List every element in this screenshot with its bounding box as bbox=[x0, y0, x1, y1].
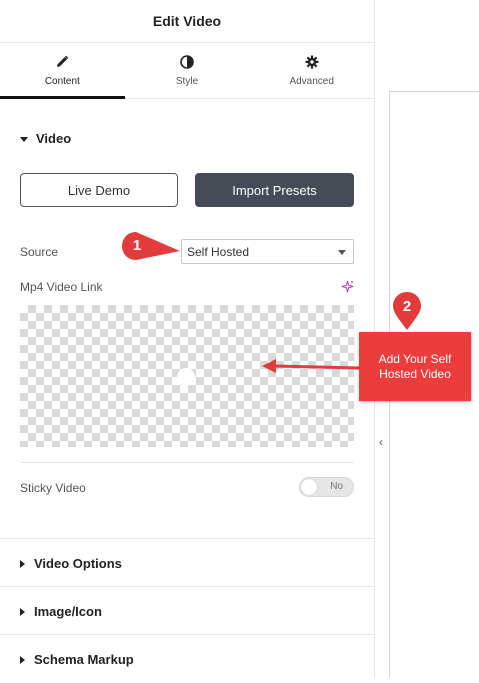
arrow-to-upload bbox=[262, 359, 361, 373]
marker-2-label: 2 bbox=[402, 297, 412, 315]
annotation-callout: Add Your Self Hosted Video bbox=[359, 332, 471, 401]
marker-1-label: 1 bbox=[132, 236, 142, 254]
